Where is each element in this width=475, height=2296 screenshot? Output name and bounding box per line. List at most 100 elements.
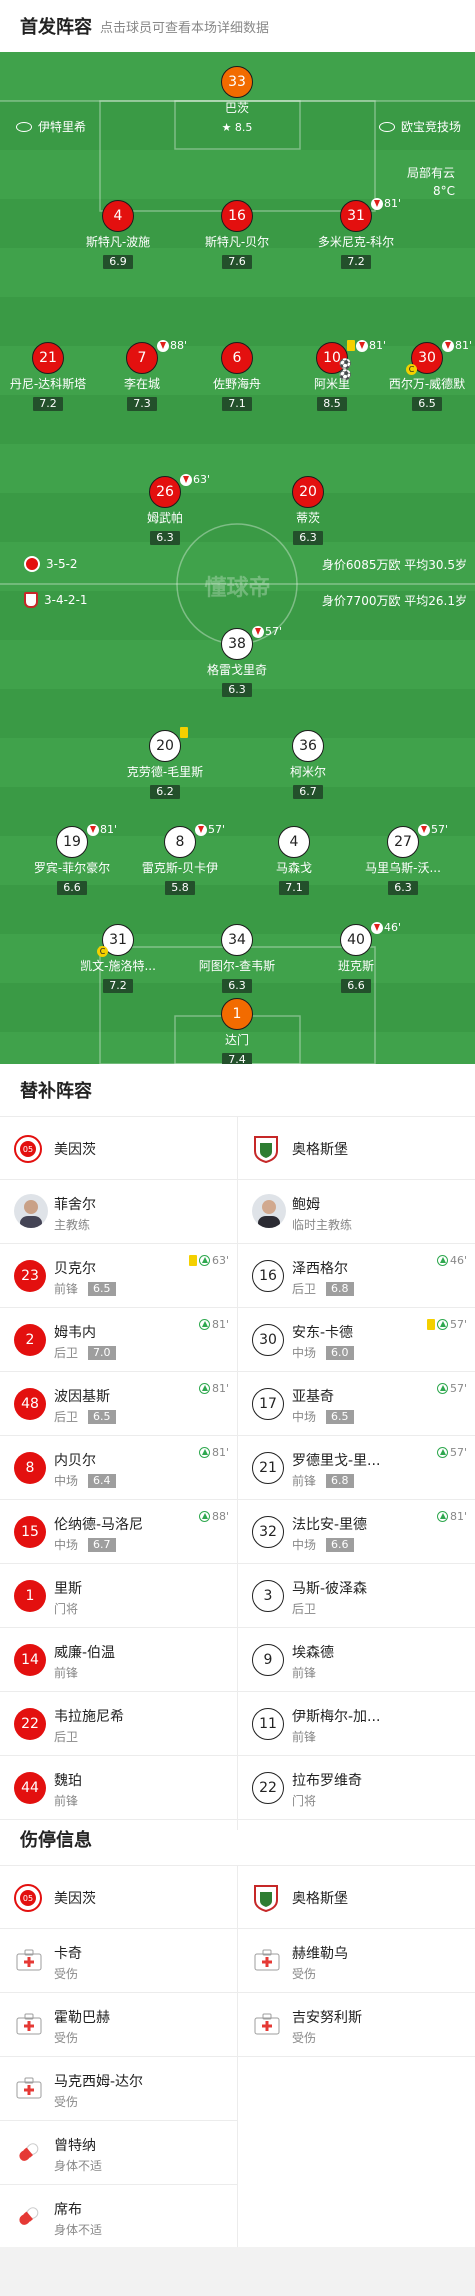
home-coach[interactable]: 菲舍尔 主教练 [0, 1180, 237, 1244]
sub-player-row[interactable]: 8 内贝尔 中场 6.4 81' [0, 1436, 237, 1500]
player-rating: 6.2 [150, 785, 180, 799]
player-position: 前锋 [54, 1794, 79, 1808]
injury-status: 受伤 [54, 2095, 79, 2109]
sub-minute: 88' [211, 1510, 229, 1523]
away-team-name: 奥格斯堡 [292, 1142, 348, 1158]
sub-event: 81' [198, 1382, 229, 1395]
sub-player-row[interactable]: 2 姆韦内 后卫 7.0 81' [0, 1308, 237, 1372]
player-marker[interactable]: 21 丹尼-达科斯塔 7.2 [3, 342, 93, 411]
sub-event: 81' [198, 1318, 229, 1331]
player-number: 27 57' [387, 823, 448, 858]
player-marker[interactable]: 40 46' 班克斯 6.6 [311, 921, 401, 993]
player-marker[interactable]: 16 斯特凡-贝尔 7.6 [192, 200, 282, 269]
player-marker[interactable]: 4 斯特凡-波施 6.9 [73, 200, 163, 269]
player-marker[interactable]: 19 81' 罗宾-菲尔豪尔 6.6 [27, 823, 117, 895]
player-rating: 6.0 [326, 1345, 354, 1360]
home-formation-row: 3-5-2 [24, 556, 78, 572]
sub-player-row[interactable]: 9 埃森德 前锋 [238, 1628, 475, 1692]
sub-player-row[interactable]: 23 贝克尔 前锋 6.5 63' [0, 1244, 237, 1308]
player-name: 里斯 [54, 1581, 82, 1597]
player-marker[interactable]: 1 达门 7.4 [192, 998, 282, 1064]
player-marker[interactable]: 30 C 81' 西尔万-威德默 6.5 [382, 339, 472, 411]
away-coach[interactable]: 鲍姆 临时主教练 [238, 1180, 475, 1244]
away-formation: 3-4-2-1 [44, 593, 88, 607]
player-marker[interactable]: 8 57' 雷克斯-贝卡伊 5.8 [135, 823, 225, 895]
player-marker[interactable]: 31 81' 多米尼克-科尔 7.2 [311, 197, 401, 269]
sub-player-row[interactable]: 44 魏珀 前锋 [0, 1756, 237, 1820]
player-marker[interactable]: 38 57' 格雷戈里奇 6.3 [192, 625, 282, 697]
sub-event: 57' [436, 1382, 467, 1395]
avatar [252, 1194, 286, 1228]
player-number: 17 [252, 1388, 284, 1420]
injury-row[interactable]: 卡奇 受伤 [0, 1929, 237, 1993]
player-rating: 6.6 [326, 1537, 354, 1552]
yellow-card-icon [180, 727, 188, 738]
player-number: 11 [252, 1708, 284, 1740]
injury-row[interactable]: 霍勒巴赫 受伤 [0, 1993, 237, 2057]
sub-player-row[interactable]: 11 伊斯梅尔-加... 前锋 [238, 1692, 475, 1756]
player-marker[interactable]: 33 巴茨 ★ 8.5 [192, 66, 282, 135]
sub-player-row[interactable]: 30 安东-卡德 中场 6.0 57' [238, 1308, 475, 1372]
player-name: 马斯-彼泽森 [292, 1581, 368, 1597]
injury-status: 受伤 [54, 1967, 79, 1981]
player-name: 贝克尔 [54, 1261, 96, 1277]
player-number: 20 [292, 476, 324, 508]
player-number: 40 46' [340, 921, 401, 956]
player-rating: 6.4 [88, 1473, 116, 1488]
player-marker[interactable]: 7 88' 李在城 7.3 [97, 339, 187, 411]
sub-off-icon [87, 823, 99, 836]
medical-kit-icon [16, 2013, 42, 2035]
away-team-name: 奥格斯堡 [292, 1891, 348, 1907]
player-marker[interactable]: 31 C 凯文-施洛特... 7.2 [73, 924, 163, 993]
player-rating: 6.3 [222, 683, 252, 697]
injury-row[interactable]: 赫维勒乌 受伤 [238, 1929, 475, 1993]
injury-row[interactable]: 吉安努利斯 受伤 [238, 1993, 475, 2057]
goal-ball-icon: ⚽⚽ [339, 359, 352, 381]
player-marker[interactable]: 26 63' 姆武帕 6.3 [120, 473, 210, 545]
sub-player-row[interactable]: 21 罗德里戈-里... 前锋 6.8 57' [238, 1436, 475, 1500]
sub-event: 63' [188, 1254, 229, 1267]
sub-on-icon [198, 1319, 210, 1330]
player-position: 前锋 [54, 1666, 79, 1680]
player-name: 马森戈 [275, 861, 312, 875]
player-name: 姆韦内 [54, 1325, 96, 1341]
sub-player-row[interactable]: 17 亚基奇 中场 6.5 57' [238, 1372, 475, 1436]
sub-off-icon [252, 625, 264, 638]
player-marker[interactable]: 20 克劳德-毛里斯 6.2 [120, 727, 210, 799]
player-position: 后卫 [292, 1602, 317, 1616]
player-number: 38 57' [221, 625, 282, 660]
medical-kit-icon [254, 1949, 280, 1971]
player-name: 达门 [224, 1033, 249, 1047]
player-marker[interactable]: 4 马森戈 7.1 [249, 826, 339, 895]
player-marker[interactable]: 34 阿图尔-查韦斯 6.3 [192, 924, 282, 993]
injuries-title: 伤停信息 [20, 1830, 92, 1851]
player-marker[interactable]: 36 柯米尔 6.7 [263, 730, 353, 799]
player-rating: 6.3 [293, 531, 323, 545]
sub-player-row[interactable]: 16 泽西格尔 后卫 6.8 46' [238, 1244, 475, 1308]
sub-player-row[interactable]: 32 法比安-里德 中场 6.6 81' [238, 1500, 475, 1564]
sub-player-row[interactable]: 14 威廉-伯温 前锋 [0, 1628, 237, 1692]
sub-player-row[interactable]: 48 波因基斯 后卫 6.5 81' [0, 1372, 237, 1436]
injury-row[interactable]: 曾特纳 身体不适 [0, 2121, 237, 2185]
sub-player-row[interactable]: 22 拉布罗维奇 门将 [238, 1756, 475, 1820]
sub-player-row[interactable]: 3 马斯-彼泽森 后卫 [238, 1564, 475, 1628]
player-position-row: 前锋 [54, 1792, 78, 1809]
sub-player-row[interactable]: 1 里斯 门将 [0, 1564, 237, 1628]
player-position: 前锋 [292, 1730, 317, 1744]
player-marker[interactable]: 6 佐野海舟 7.1 [192, 342, 282, 411]
home-venue-row: 伊特里希 [16, 118, 86, 135]
player-marker[interactable]: 10 ⚽⚽ 81' 阿米里 8.5 [287, 339, 386, 411]
coach-name: 菲舍尔 [54, 1197, 96, 1213]
player-position: 前锋 [54, 1282, 79, 1296]
sub-minute: 46' [449, 1254, 467, 1267]
injury-row[interactable]: 马克西姆-达尔 受伤 [0, 2057, 237, 2121]
sub-player-row[interactable]: 22 韦拉施尼希 后卫 [0, 1692, 237, 1756]
injury-row[interactable]: 席布 身体不适 [0, 2185, 237, 2249]
player-event: 81' [371, 197, 401, 210]
player-position-row: 后卫 6.8 [292, 1280, 354, 1297]
player-marker[interactable]: 27 57' 马里乌斯-沃... 6.3 [358, 823, 448, 895]
player-rating: 6.5 [412, 397, 442, 411]
sub-on-icon [436, 1447, 448, 1458]
player-marker[interactable]: 20 蒂茨 6.3 [263, 476, 353, 545]
sub-player-row[interactable]: 15 伦纳德-马洛尼 中场 6.7 88' [0, 1500, 237, 1564]
